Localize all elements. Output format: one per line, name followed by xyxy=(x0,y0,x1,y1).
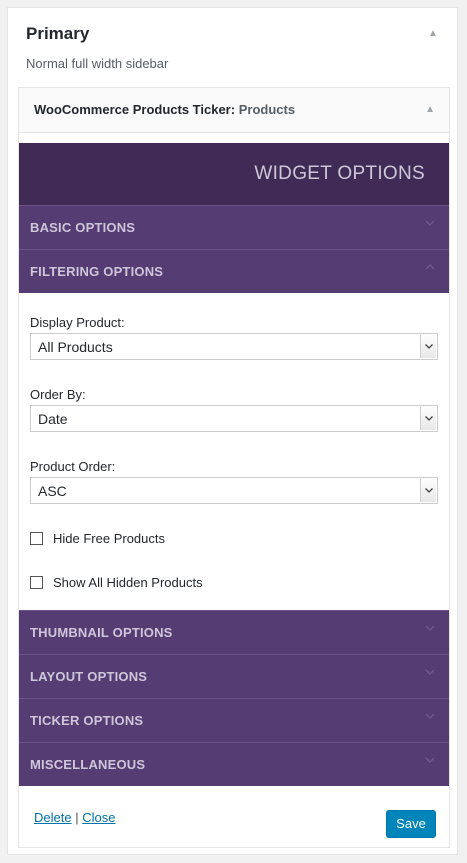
product-order-select[interactable]: ASC xyxy=(30,477,438,504)
widget-header[interactable]: WooCommerce Products Ticker: Products ▲ xyxy=(19,88,449,133)
show-hidden-products-label[interactable]: Show All Hidden Products xyxy=(53,575,203,590)
show-hidden-products-checkbox[interactable] xyxy=(30,576,43,589)
widget-name: WooCommerce Products Ticker xyxy=(34,102,231,117)
product-order-label: Product Order: xyxy=(30,459,116,474)
chevron-up-icon xyxy=(425,262,435,272)
section-ticker-options[interactable]: TICKER OPTIONS xyxy=(19,698,449,742)
section-label: MISCELLANEOUS xyxy=(30,757,146,772)
section-label: TICKER OPTIONS xyxy=(30,713,144,728)
options-header-title: WIDGET OPTIONS xyxy=(254,163,425,184)
save-button[interactable]: Save xyxy=(386,810,436,838)
chevron-down-icon xyxy=(420,335,436,358)
order-by-label: Order By: xyxy=(30,387,86,402)
options-header: WIDGET OPTIONS xyxy=(19,143,449,205)
widget-footer: Delete | Close Save xyxy=(19,785,449,847)
chevron-down-icon xyxy=(425,667,435,677)
collapse-sidebar-icon[interactable]: ▲ xyxy=(427,28,439,40)
display-product-select[interactable]: All Products xyxy=(30,333,438,360)
sidebar-title: Primary xyxy=(26,24,90,43)
order-by-select[interactable]: Date xyxy=(30,405,438,432)
link-separator: | xyxy=(75,810,79,825)
section-label: THUMBNAIL OPTIONS xyxy=(30,625,173,640)
section-thumbnail-options[interactable]: THUMBNAIL OPTIONS xyxy=(19,610,449,654)
hide-free-products-label[interactable]: Hide Free Products xyxy=(53,531,165,546)
chevron-down-icon xyxy=(425,755,435,765)
section-label: FILTERING OPTIONS xyxy=(30,264,164,279)
order-by-value: Date xyxy=(38,411,68,427)
section-basic-options[interactable]: BASIC OPTIONS xyxy=(19,205,449,249)
collapse-widget-icon[interactable]: ▲ xyxy=(425,104,435,115)
delete-link[interactable]: Delete xyxy=(34,810,72,825)
section-miscellaneous[interactable]: MISCELLANEOUS xyxy=(19,742,449,786)
section-label: LAYOUT OPTIONS xyxy=(30,669,148,684)
sidebar-description: Normal full width sidebar xyxy=(26,56,169,71)
widget-title-separator: : xyxy=(230,102,236,117)
section-layout-options[interactable]: LAYOUT OPTIONS xyxy=(19,654,449,698)
widget-instance-title: Products xyxy=(238,102,296,117)
chevron-down-icon xyxy=(425,711,435,721)
display-product-label: Display Product: xyxy=(30,315,125,330)
widget-options: WIDGET OPTIONS BASIC OPTIONS FILTERING O… xyxy=(19,143,449,786)
section-filtering-options[interactable]: FILTERING OPTIONS xyxy=(19,249,449,293)
chevron-down-icon xyxy=(420,479,436,502)
product-order-value: ASC xyxy=(38,483,67,499)
hide-free-products-checkbox[interactable] xyxy=(30,532,43,545)
chevron-down-icon xyxy=(425,623,435,633)
chevron-down-icon xyxy=(420,407,436,430)
widget-control-links: Delete | Close xyxy=(34,810,115,825)
widget-panel: WooCommerce Products Ticker: Products ▲ … xyxy=(18,87,450,848)
display-product-value: All Products xyxy=(38,339,113,355)
close-link[interactable]: Close xyxy=(82,810,115,825)
section-label: BASIC OPTIONS xyxy=(30,220,136,235)
widget-title: WooCommerce Products Ticker: Products xyxy=(34,102,295,117)
sidebar-panel: Primary ▲ Normal full width sidebar WooC… xyxy=(7,7,458,855)
filtering-options-body: Display Product: All Products Order By: … xyxy=(19,293,449,610)
chevron-down-icon xyxy=(425,218,435,228)
